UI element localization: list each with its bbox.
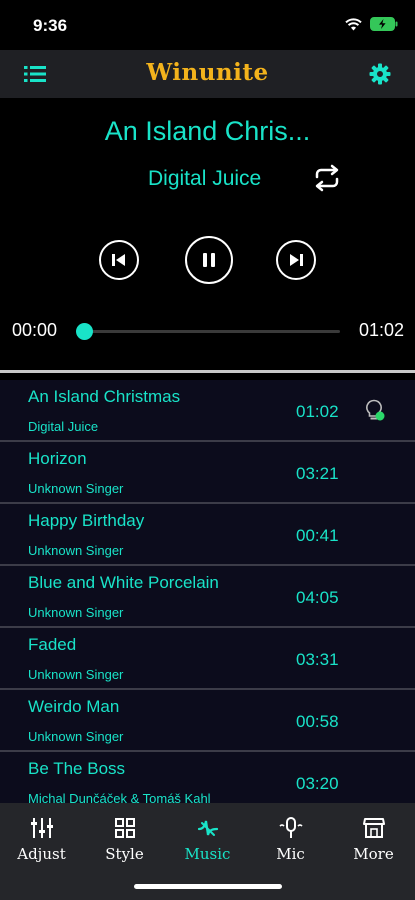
song-artist: Unknown Singer xyxy=(28,729,124,744)
lightbulb-icon xyxy=(366,399,385,421)
song-row[interactable]: Horizon Unknown Singer 03:21 xyxy=(0,442,415,504)
tab-label: Mic xyxy=(276,845,305,863)
song-title: Faded xyxy=(28,635,77,654)
song-title: An Island Christmas xyxy=(28,387,181,406)
song-row[interactable]: Blue and White Porcelain Unknown Singer … xyxy=(0,566,415,628)
tab-label: Adjust xyxy=(17,845,66,863)
now-playing-panel: An Island Chris... Digital Juice 00:00 0… xyxy=(0,98,415,370)
skip-previous-icon xyxy=(112,254,125,266)
song-artist: Unknown Singer xyxy=(28,605,124,620)
pause-icon xyxy=(203,253,215,267)
tab-label: More xyxy=(353,845,394,863)
previous-button[interactable] xyxy=(99,240,139,280)
wifi-icon xyxy=(345,17,362,30)
current-time: 00:00 xyxy=(12,320,58,340)
song-title: Horizon xyxy=(28,449,87,468)
song-duration: 03:21 xyxy=(296,464,339,483)
gear-icon[interactable] xyxy=(369,63,391,85)
song-list[interactable]: An Island Christmas Digital Juice 01:02 … xyxy=(0,380,415,803)
song-artist: Unknown Singer xyxy=(28,481,124,496)
repeat-icon[interactable] xyxy=(311,164,343,192)
song-row[interactable]: Faded Unknown Singer 03:31 xyxy=(0,628,415,690)
tab-style[interactable]: Style xyxy=(83,803,166,867)
song-row[interactable]: Weirdo Man Unknown Singer 00:58 xyxy=(0,690,415,752)
mic-icon xyxy=(279,817,303,838)
song-row[interactable]: Be The Boss Michal Dunčáček & Tomáš Kahl… xyxy=(0,752,415,803)
song-duration: 03:31 xyxy=(296,650,339,669)
tab-more[interactable]: More xyxy=(332,803,415,867)
song-title: Blue and White Porcelain xyxy=(28,573,219,592)
song-artist: Unknown Singer xyxy=(28,667,124,682)
song-duration: 03:20 xyxy=(296,774,339,793)
status-icons xyxy=(345,17,398,31)
status-time: 9:36 xyxy=(33,16,68,35)
music-icon xyxy=(197,820,219,836)
tab-mic[interactable]: Mic xyxy=(249,803,332,867)
total-time: 01:02 xyxy=(358,320,404,340)
sliders-icon xyxy=(31,818,53,838)
divider xyxy=(0,370,415,373)
song-duration: 00:41 xyxy=(296,526,339,545)
song-title: Weirdo Man xyxy=(28,697,120,716)
nav-bar: Winunite xyxy=(0,50,415,98)
next-button[interactable] xyxy=(276,240,316,280)
song-artist: Digital Juice xyxy=(28,419,99,434)
battery-icon xyxy=(370,17,398,31)
song-artist: Unknown Singer xyxy=(28,543,124,558)
now-playing-artist: Digital Juice xyxy=(148,167,262,190)
song-title: Happy Birthday xyxy=(28,511,145,530)
song-row[interactable]: Happy Birthday Unknown Singer 00:41 xyxy=(0,504,415,566)
tab-label: Style xyxy=(105,845,144,863)
tab-music[interactable]: Music xyxy=(166,803,249,867)
home-indicator xyxy=(134,884,282,889)
song-title: Be The Boss xyxy=(28,759,126,778)
grid-icon xyxy=(115,818,135,838)
app-title: Winunite xyxy=(146,59,269,86)
progress-thumb[interactable] xyxy=(76,323,93,340)
song-duration: 04:05 xyxy=(296,588,339,607)
progress-slider[interactable] xyxy=(76,323,340,340)
skip-next-icon xyxy=(290,254,303,266)
store-icon xyxy=(363,818,385,838)
pause-button[interactable] xyxy=(185,236,233,284)
song-row[interactable]: An Island Christmas Digital Juice 01:02 xyxy=(0,380,415,442)
song-duration: 00:58 xyxy=(296,712,339,731)
status-bar: 9:36 xyxy=(0,0,415,50)
tab-label: Music xyxy=(184,845,231,863)
tab-adjust[interactable]: Adjust xyxy=(0,803,83,867)
now-playing-title: An Island Chris... xyxy=(104,116,311,146)
song-duration: 01:02 xyxy=(296,402,339,421)
song-artist: Michal Dunčáček & Tomáš Kahl xyxy=(28,791,211,803)
